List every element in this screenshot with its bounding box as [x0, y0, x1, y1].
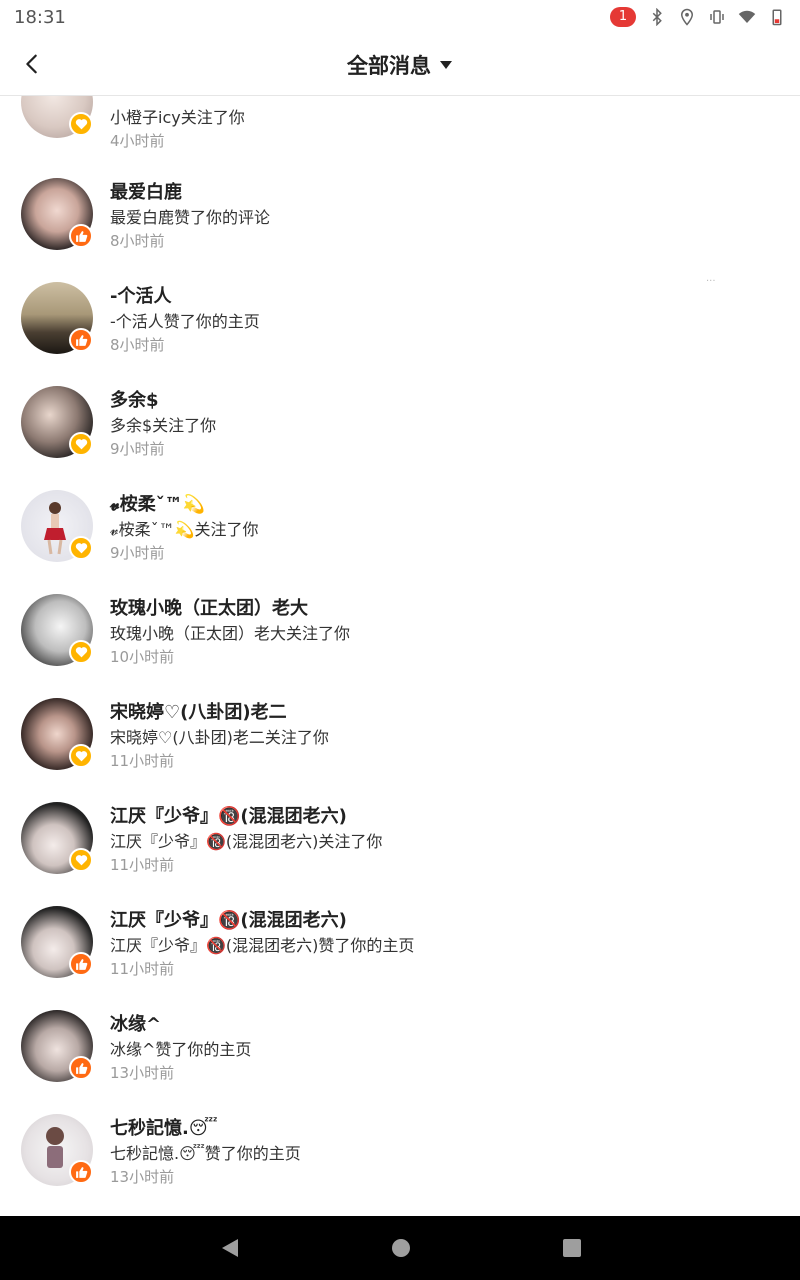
notification-badge: 1: [610, 7, 636, 27]
message-text: 江厌『少爷』🔞(混混团老六)赞了你的主页: [110, 936, 415, 955]
list-item[interactable]: 多余$ 多余$关注了你 9小时前: [0, 374, 800, 478]
message-text: 冰缘^赞了你的主页: [110, 1040, 252, 1059]
heart-icon: [75, 855, 87, 866]
message-time: 13小时前: [110, 1168, 175, 1186]
message-filter-dropdown[interactable]: 全部消息: [347, 50, 453, 80]
message-time: 13小时前: [110, 1064, 175, 1082]
user-name[interactable]: 冰缘^: [110, 1010, 161, 1036]
message-text: 玫瑰小晚（正太团）老大关注了你: [110, 624, 351, 643]
list-item[interactable]: 冰缘^ 冰缘^赞了你的主页 13小时前: [0, 998, 800, 1102]
message-time: 4小时前: [110, 132, 165, 150]
location-icon: [680, 8, 694, 26]
header: 全部消息: [0, 34, 800, 96]
user-name[interactable]: 江厌『少爷』🔞(混混团老六): [110, 802, 347, 828]
message-text: 多余$关注了你: [110, 416, 217, 435]
status-time: 18:31: [14, 6, 66, 28]
heart-icon: [75, 439, 87, 450]
status-bar: 18:31 1: [0, 0, 800, 34]
message-text: 江厌『少爷』🔞(混混团老六)关注了你: [110, 832, 383, 851]
message-text: -个活人赞了你的主页: [110, 312, 260, 331]
like-badge: [69, 224, 93, 248]
bluetooth-icon: [652, 8, 662, 26]
user-name[interactable]: 最爱白鹿: [110, 178, 182, 204]
follow-badge: [69, 432, 93, 456]
follow-badge: [69, 536, 93, 560]
message-time: 9小时前: [110, 440, 165, 458]
list-item[interactable]: -个活人 -个活人赞了你的主页 8小时前: [0, 270, 800, 374]
message-text: 宋晓婷♡(八卦团)老二关注了你: [110, 728, 329, 747]
user-name[interactable]: 𝓿桉柔ˇ™💫: [110, 490, 205, 516]
nav-back-icon[interactable]: [218, 1236, 242, 1260]
message-list[interactable]: 小橙子icy关注了你 4小时前 最爱白鹿 最爱白鹿赞了你的评论 8小时前 -个活…: [0, 96, 800, 1216]
message-time: 8小时前: [110, 232, 165, 250]
user-name[interactable]: 宋晓婷♡(八卦团)老二: [110, 698, 287, 724]
nav-recents-icon[interactable]: [560, 1236, 584, 1260]
message-time: 11小时前: [110, 752, 175, 770]
user-name[interactable]: 七秒記憶.😴: [110, 1114, 218, 1140]
like-badge: [69, 1160, 93, 1184]
caret-down-icon: [440, 60, 452, 69]
nav-home-icon[interactable]: [389, 1236, 413, 1260]
list-item[interactable]: 宋晓婷♡(八卦团)老二 宋晓婷♡(八卦团)老二关注了你 11小时前: [0, 686, 800, 790]
like-badge: [69, 328, 93, 352]
thumbs-up-icon: [75, 230, 87, 242]
heart-icon: [75, 751, 87, 762]
battery-icon: [772, 9, 782, 26]
chevron-left-icon: [26, 54, 37, 74]
user-name[interactable]: 江厌『少爷』🔞(混混团老六): [110, 906, 347, 932]
user-name[interactable]: 多余$: [110, 386, 159, 412]
like-badge: [69, 952, 93, 976]
list-item[interactable]: 小橙子icy关注了你 4小时前: [0, 96, 800, 156]
like-badge: [69, 1056, 93, 1080]
message-text: 𝓿桉柔ˇ™💫关注了你: [110, 520, 259, 539]
thumbs-up-icon: [75, 958, 87, 970]
list-item[interactable]: 𝓿桉柔ˇ™💫 𝓿桉柔ˇ™💫关注了你 9小时前: [0, 478, 800, 582]
wifi-icon: [738, 10, 756, 23]
list-item[interactable]: 七秒記憶.😴 七秒記憶.😴赞了你的主页 13小时前: [0, 1102, 800, 1206]
system-nav-bar: [0, 1216, 800, 1280]
vibrate-icon: [710, 10, 724, 24]
message-time: 9小时前: [110, 544, 165, 562]
message-time: 11小时前: [110, 960, 175, 978]
list-item[interactable]: 玫瑰小晚（正太团）老大 玫瑰小晚（正太团）老大关注了你 10小时前: [0, 582, 800, 686]
thumbs-up-icon: [75, 1166, 87, 1178]
message-text: 七秒記憶.😴赞了你的主页: [110, 1144, 301, 1163]
user-name[interactable]: -个活人: [110, 282, 171, 308]
follow-badge: [69, 640, 93, 664]
status-icons: 1: [610, 7, 786, 27]
message-time: 10小时前: [110, 648, 175, 666]
heart-icon: [75, 543, 87, 554]
list-item[interactable]: 最爱白鹿 最爱白鹿赞了你的评论 8小时前: [0, 166, 800, 270]
back-button[interactable]: [14, 46, 50, 82]
follow-badge: [69, 848, 93, 872]
message-text: 最爱白鹿赞了你的评论: [110, 208, 271, 227]
thumbs-up-icon: [75, 334, 87, 346]
follow-badge: [69, 112, 93, 136]
list-item[interactable]: 江厌『少爷』🔞(混混团老六) 江厌『少爷』🔞(混混团老六)赞了你的主页 11小时…: [0, 894, 800, 998]
thumbs-up-icon: [75, 1062, 87, 1074]
message-text: 小橙子icy关注了你: [110, 108, 245, 127]
page-title: 全部消息: [347, 53, 431, 78]
message-time: 11小时前: [110, 856, 175, 874]
user-name[interactable]: 玫瑰小晚（正太团）老大: [110, 594, 308, 620]
more-dots-icon: ···: [706, 276, 716, 287]
heart-icon: [75, 647, 87, 658]
heart-icon: [75, 119, 87, 130]
follow-badge: [69, 744, 93, 768]
list-item[interactable]: 江厌『少爷』🔞(混混团老六) 江厌『少爷』🔞(混混团老六)关注了你 11小时前: [0, 790, 800, 894]
message-time: 8小时前: [110, 336, 165, 354]
